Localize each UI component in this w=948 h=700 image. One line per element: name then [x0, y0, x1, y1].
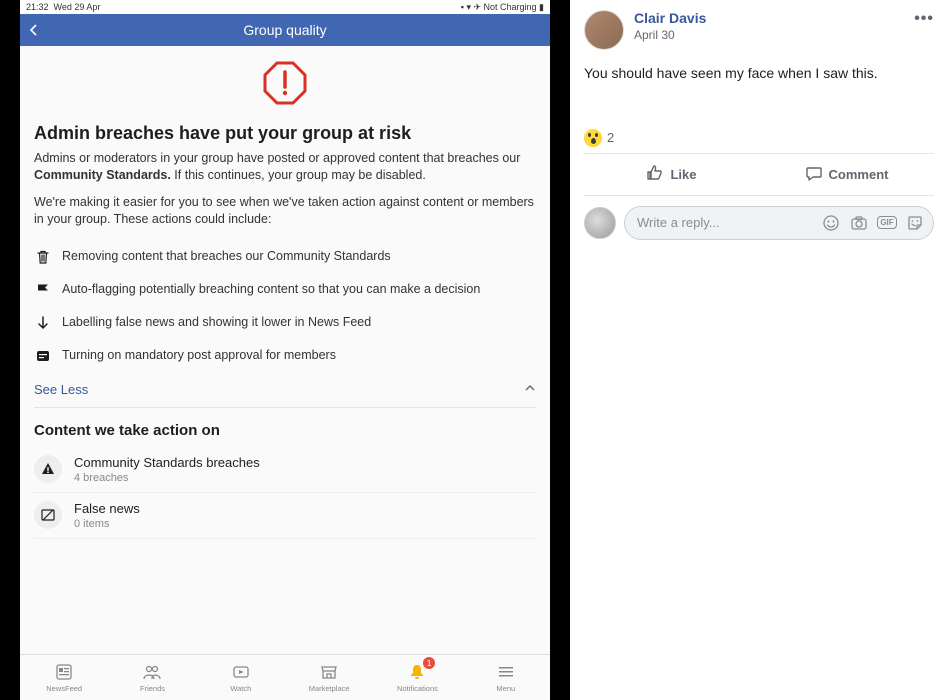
header-title: Group quality: [20, 22, 550, 38]
community-standards-link[interactable]: Community Standards.: [34, 168, 171, 182]
action-text: Auto-flagging potentially breaching cont…: [62, 281, 480, 297]
warning-para-1a: Admins or moderators in your group have …: [34, 151, 520, 165]
content-row-title: Community Standards breaches: [74, 455, 260, 470]
notification-badge: 1: [423, 657, 435, 669]
content-row-falsenews[interactable]: False news 0 items: [34, 493, 536, 539]
back-icon[interactable]: [28, 20, 40, 41]
action-text: Labelling false news and showing it lowe…: [62, 314, 371, 330]
content-row-title: False news: [74, 501, 140, 516]
like-label: Like: [670, 167, 696, 182]
warning-para-1c: If this continues, your group may be dis…: [171, 168, 426, 182]
trash-icon: [34, 248, 52, 265]
warning-triangle-icon: [34, 455, 62, 483]
ios-status-bar: 21:32 Wed 29 Apr ▪ ▾ ✈ Not Charging ▮: [20, 0, 550, 14]
action-text: Turning on mandatory post approval for m…: [62, 347, 336, 363]
warning-para-2: We're making it easier for you to see wh…: [34, 194, 536, 228]
warning-icon: [34, 56, 536, 115]
post-approval-icon: [34, 347, 52, 364]
screenshot-image: 21:32 Wed 29 Apr ▪ ▾ ✈ Not Charging ▮ Gr…: [20, 0, 550, 700]
content-row-sub: 0 items: [74, 518, 140, 530]
false-news-icon: [34, 501, 62, 529]
tab-label: Friends: [140, 684, 165, 693]
marketplace-icon: [319, 662, 339, 682]
action-remove: Removing content that breaches our Commu…: [34, 240, 536, 273]
status-date: Wed 29 Apr: [54, 2, 101, 12]
tab-label: Notifications: [397, 684, 438, 693]
post-header: Clair Davis April 30 •••: [584, 10, 934, 50]
author-name-link[interactable]: Clair Davis: [634, 10, 904, 26]
watch-icon: [231, 662, 251, 682]
action-flag: Auto-flagging potentially breaching cont…: [34, 273, 536, 306]
thumbs-up-icon: [646, 164, 664, 185]
tab-notifications[interactable]: 1 Notifications: [373, 655, 461, 700]
warning-para-1: Admins or moderators in your group have …: [34, 150, 536, 184]
warning-heading: Admin breaches have put your group at ri…: [34, 123, 536, 144]
sticker-picker-icon[interactable]: [905, 213, 925, 233]
content-area: Admin breaches have put your group at ri…: [20, 46, 550, 654]
emoji-picker-icon[interactable]: [821, 213, 841, 233]
camera-icon[interactable]: [849, 213, 869, 233]
reply-input[interactable]: [637, 215, 813, 230]
friends-icon: [142, 662, 162, 682]
post-body-text: You should have seen my face when I saw …: [584, 64, 934, 83]
reaction-count: 2: [607, 130, 614, 145]
tab-label: Menu: [496, 684, 515, 693]
post-pane: Clair Davis April 30 ••• You should have…: [570, 0, 948, 700]
content-row-breaches[interactable]: Community Standards breaches 4 breaches: [34, 447, 536, 493]
post-action-bar: Like Comment: [584, 154, 934, 196]
menu-icon: [496, 662, 516, 682]
tab-bar: NewsFeed Friends Watch Marketplace 1 Not…: [20, 654, 550, 700]
chevron-up-icon: [524, 382, 536, 397]
status-charge: Not Charging: [484, 2, 537, 12]
wow-reaction-icon: [584, 129, 602, 147]
flag-icon: [34, 281, 52, 298]
group-quality-header: Group quality: [20, 14, 550, 46]
gif-label: GIF: [877, 216, 896, 229]
author-avatar[interactable]: [584, 10, 624, 50]
action-approval: Turning on mandatory post approval for m…: [34, 339, 536, 372]
arrow-down-icon: [34, 314, 52, 331]
like-button[interactable]: Like: [584, 154, 759, 195]
comment-button[interactable]: Comment: [759, 154, 934, 195]
content-row-sub: 4 breaches: [74, 472, 260, 484]
action-label: Labelling false news and showing it lowe…: [34, 306, 536, 339]
tab-newsfeed[interactable]: NewsFeed: [20, 655, 108, 700]
status-time: 21:32: [26, 2, 49, 12]
tab-marketplace[interactable]: Marketplace: [285, 655, 373, 700]
gif-picker-icon[interactable]: GIF: [877, 213, 897, 233]
tab-label: NewsFeed: [46, 684, 82, 693]
reply-row: GIF: [584, 196, 934, 250]
newsfeed-icon: [54, 662, 74, 682]
post-date[interactable]: April 30: [634, 28, 904, 42]
tab-watch[interactable]: Watch: [197, 655, 285, 700]
current-user-avatar[interactable]: [584, 207, 616, 239]
reactions-summary[interactable]: 2: [584, 123, 934, 154]
post-options-button[interactable]: •••: [914, 10, 934, 28]
action-list: Removing content that breaches our Commu…: [34, 240, 536, 372]
action-text: Removing content that breaches our Commu…: [62, 248, 391, 264]
tab-menu[interactable]: Menu: [462, 655, 550, 700]
comment-label: Comment: [829, 167, 889, 182]
tab-label: Watch: [230, 684, 251, 693]
reply-input-wrap[interactable]: GIF: [624, 206, 934, 240]
comment-icon: [805, 164, 823, 185]
see-less-label: See Less: [34, 382, 88, 397]
tab-friends[interactable]: Friends: [108, 655, 196, 700]
section-heading: Content we take action on: [34, 422, 536, 439]
see-less-toggle[interactable]: See Less: [34, 372, 536, 408]
photo-viewer-pane: 21:32 Wed 29 Apr ▪ ▾ ✈ Not Charging ▮ Gr…: [0, 0, 570, 700]
tab-label: Marketplace: [309, 684, 350, 693]
